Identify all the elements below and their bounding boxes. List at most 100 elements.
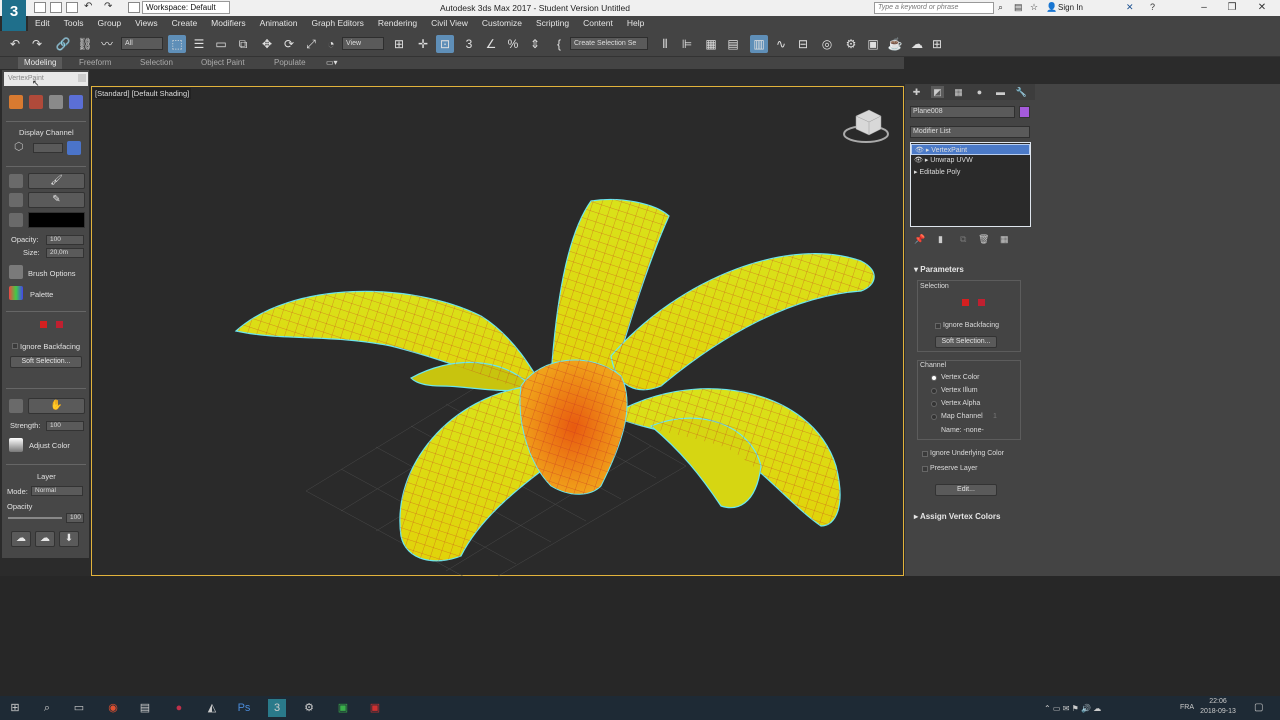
layer-mode-dropdown[interactable]: Normal	[31, 486, 83, 496]
soft-selection-button[interactable]: Soft Selection...	[10, 356, 82, 368]
render-setup-icon[interactable]: ⚙	[842, 35, 860, 53]
stack-item-vertexpaint[interactable]: 👁 ▸ VertexPaint	[911, 144, 1030, 155]
render-iterative-icon[interactable]: ☁	[908, 35, 926, 53]
vertex-paint-title[interactable]: VertexPaint	[4, 72, 88, 86]
curve-editor-icon[interactable]: ∿	[772, 35, 790, 53]
paint-brush-button[interactable]: 🖌	[28, 173, 85, 189]
keyboard-shortcut-override-icon[interactable]: ⊡	[436, 35, 454, 53]
settings-icon[interactable]: ⚙	[300, 699, 318, 717]
vertex-color-display-unshaded-icon[interactable]	[9, 95, 23, 109]
tab-selection[interactable]: Selection	[140, 58, 173, 67]
unlink-icon[interactable]: ⛓	[76, 35, 94, 53]
palette-icon[interactable]	[9, 286, 23, 300]
adjust-color-icon[interactable]	[9, 438, 23, 452]
toggle-vertex-color-icon[interactable]	[69, 95, 83, 109]
ribbon-toggle-icon[interactable]: ▥	[750, 35, 768, 53]
file-explorer-icon[interactable]: ▤	[136, 699, 154, 717]
face-select-icon[interactable]	[962, 299, 969, 306]
disable-vertex-color-display-icon[interactable]	[49, 95, 63, 109]
size-spinner[interactable]: 20,0m	[46, 248, 84, 258]
menu-graph-editors[interactable]: Graph Editors	[304, 16, 370, 28]
new-file-icon[interactable]	[34, 2, 46, 13]
face-select-icon[interactable]	[40, 321, 47, 328]
menu-modifiers[interactable]: Modifiers	[204, 16, 252, 28]
render-production-icon[interactable]: ☕	[886, 35, 904, 53]
menu-civil-view[interactable]: Civil View	[424, 16, 475, 28]
soft-selection-button[interactable]: Soft Selection...	[935, 336, 997, 348]
undo-icon[interactable]: ↶	[84, 1, 92, 12]
eye-icon[interactable]: 👁 ▸	[915, 147, 931, 154]
make-unique-icon[interactable]: ⧉	[960, 234, 966, 245]
brush-options-icon[interactable]	[9, 265, 23, 279]
placement-icon[interactable]: ◔	[322, 35, 340, 53]
tab-freeform[interactable]: Freeform	[79, 58, 111, 67]
angle-snap-icon[interactable]: ∠	[482, 35, 500, 53]
vertex-alpha-radio[interactable]	[931, 401, 937, 407]
close-button[interactable]: ✕	[1250, 1, 1274, 15]
sign-in-link[interactable]: Sign In	[1058, 3, 1083, 12]
palette-button[interactable]: Palette	[30, 290, 53, 299]
tray-icons[interactable]: ⌃ ▭ ✉ ⚑ 🔊 ☁	[1044, 704, 1101, 713]
strength-spinner[interactable]: 100	[46, 421, 84, 431]
subscription-icon[interactable]: ▤	[1014, 2, 1023, 13]
redo-icon[interactable]: ↷	[28, 35, 46, 53]
selection-filter-dropdown[interactable]: All	[121, 37, 163, 50]
app-logo-icon[interactable]: 3	[2, 0, 26, 32]
new-layer-button[interactable]: ☁	[11, 531, 31, 547]
photoshop-icon[interactable]: Ps	[235, 699, 253, 717]
menu-scripting[interactable]: Scripting	[529, 16, 576, 28]
app-icon[interactable]: ●	[170, 699, 188, 717]
chrome-icon[interactable]: ◉	[104, 699, 122, 717]
motion-tab-icon[interactable]: ●	[973, 86, 986, 98]
menu-customize[interactable]: Customize	[475, 16, 529, 28]
paint-color-swatch[interactable]	[28, 212, 85, 228]
plant-model[interactable]	[91, 86, 904, 576]
named-selection-set-dropdown[interactable]: Create Selection Se	[570, 37, 648, 50]
tab-populate[interactable]: Populate	[274, 58, 306, 67]
viewport-label[interactable]: [Standard] [Default Shading]	[93, 88, 192, 99]
undo-icon[interactable]: ↶	[6, 35, 24, 53]
search-icon[interactable]: ⌕	[38, 699, 56, 717]
layer-opacity-slider[interactable]	[8, 517, 62, 519]
erase-mode-icon[interactable]	[9, 193, 23, 207]
lock-channel-icon[interactable]	[67, 141, 81, 155]
vertex-color-display-shaded-icon[interactable]	[29, 95, 43, 109]
display-channel-field[interactable]	[33, 143, 63, 153]
ignore-backfacing-checkbox[interactable]	[12, 343, 18, 349]
project-folder-icon[interactable]	[128, 2, 140, 13]
taskbar-clock[interactable]: 22:06 2018-09-13	[1198, 697, 1238, 717]
pin-stack-icon[interactable]: 📌	[914, 234, 925, 245]
tab-object-paint[interactable]: Object Paint	[201, 58, 245, 67]
edit-named-selection-icon[interactable]: {	[550, 35, 568, 53]
green-app-icon[interactable]: ▣	[334, 699, 352, 717]
tab-modeling[interactable]: Modeling	[18, 57, 63, 69]
stack-item-unwrap-uvw[interactable]: 👁 ▸ Unwrap UVW	[911, 155, 1030, 166]
scale-icon[interactable]: ⤢	[302, 35, 320, 53]
user-icon[interactable]: 👤	[1046, 2, 1057, 13]
window-crossing-icon[interactable]: ⧉	[234, 35, 252, 53]
menu-animation[interactable]: Animation	[253, 16, 305, 28]
select-by-name-icon[interactable]: ☰	[190, 35, 208, 53]
brush-options-button[interactable]: Brush Options	[28, 269, 76, 278]
schematic-view-icon[interactable]: ⊟	[794, 35, 812, 53]
align-icon[interactable]: ⊫	[678, 35, 696, 53]
link-icon[interactable]: 🔗	[54, 35, 72, 53]
remove-modifier-icon[interactable]: 🗑	[978, 234, 989, 245]
element-select-icon[interactable]	[978, 299, 985, 306]
menu-help[interactable]: Help	[620, 16, 651, 28]
favorites-icon[interactable]: ☆	[1030, 2, 1038, 13]
ignore-underlying-color-checkbox[interactable]	[922, 451, 928, 457]
vertex-color-radio[interactable]	[931, 375, 937, 381]
paint-mode-icon[interactable]	[9, 174, 23, 188]
delete-layer-button[interactable]: ☁	[35, 531, 55, 547]
material-editor-icon[interactable]: ◎	[818, 35, 836, 53]
rendered-frame-icon[interactable]: ▣	[864, 35, 882, 53]
windows-start-icon[interactable]: ⊞	[6, 699, 24, 717]
rotate-icon[interactable]: ⟳	[280, 35, 298, 53]
edit-button[interactable]: Edit...	[935, 484, 997, 496]
workspace-dropdown[interactable]: Workspace: Default	[142, 1, 230, 14]
preserve-layer-checkbox[interactable]	[922, 466, 928, 472]
select-object-icon[interactable]: ⬚	[168, 35, 186, 53]
hierarchy-tab-icon[interactable]: ▦	[952, 86, 965, 98]
object-name-field[interactable]: Plane008	[910, 106, 1015, 118]
